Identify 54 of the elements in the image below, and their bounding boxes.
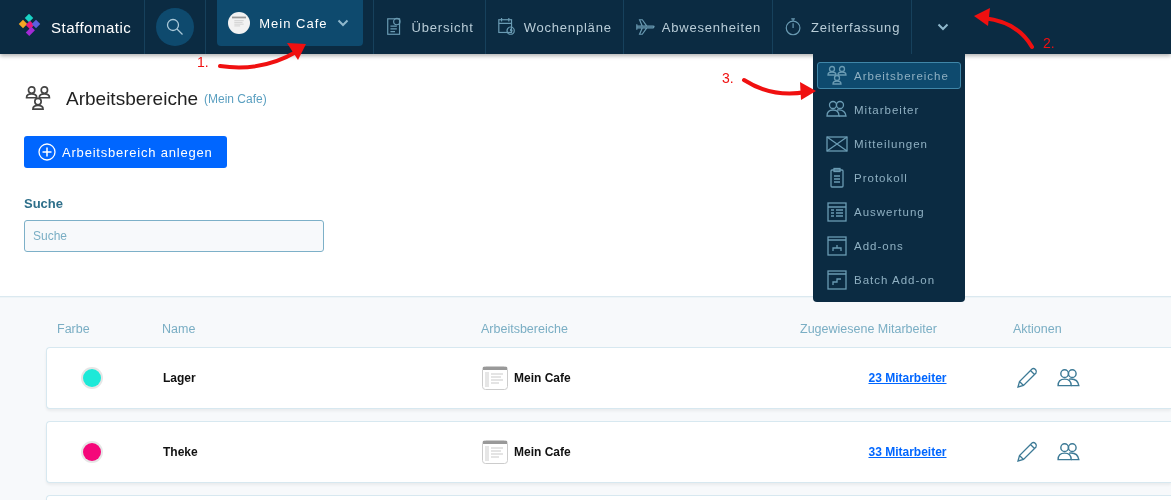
menu-item[interactable]: Mitarbeiter <box>817 96 961 124</box>
chevron-down-icon <box>937 23 950 31</box>
step-number: 1. <box>197 54 209 70</box>
nav-link[interactable]: Wochenpläne <box>485 0 624 54</box>
people-icon <box>1057 367 1081 389</box>
menu-item[interactable]: Add-ons <box>817 232 961 260</box>
menu-item[interactable]: Batch Add-on <box>817 266 961 294</box>
column-header: Farbe <box>56 322 91 336</box>
pencil-icon <box>1015 440 1039 464</box>
column-header: Aktionen <box>1013 322 1063 336</box>
search-label: Suche <box>24 196 64 211</box>
employees-button[interactable] <box>1057 367 1081 389</box>
chevron-down-icon <box>336 19 349 27</box>
step-number: 2. <box>1043 35 1055 51</box>
search-button[interactable] <box>156 8 195 46</box>
annotation-arrow <box>974 8 1034 49</box>
table-icon <box>826 201 848 224</box>
nav-link[interactable]: Übersicht <box>373 0 486 54</box>
menu-item[interactable]: Mitteilungen <box>817 130 961 158</box>
people-icon <box>1057 441 1081 463</box>
search-icon <box>166 18 185 36</box>
calendar-clock-icon <box>496 17 517 37</box>
employees-button[interactable] <box>1057 441 1081 463</box>
edit-button[interactable] <box>1015 366 1039 390</box>
location-button[interactable]: Mein Cafe <box>217 0 363 46</box>
brand-name: Staffomatic <box>51 18 132 36</box>
airplane-icon <box>634 17 655 37</box>
menu-item[interactable]: Auswertung <box>817 198 961 226</box>
table-cell: Mein Cafe <box>514 371 571 385</box>
add-button[interactable]: Arbeitsbereich anlegen <box>24 136 227 168</box>
column-header: Zugewiesene Mitarbeiter <box>800 322 938 336</box>
column-header: Arbeitsbereiche <box>481 322 569 336</box>
location-thumbnail <box>482 366 508 390</box>
column-header: Name <box>162 322 197 336</box>
step-number: 3. <box>722 70 734 86</box>
edit-button[interactable] <box>1015 440 1039 464</box>
menu-item[interactable]: Arbeitsbereiche <box>817 62 961 90</box>
location-avatar <box>228 12 251 34</box>
table-cell: Lager <box>163 371 196 385</box>
table-cell: Theke <box>163 445 198 459</box>
pencil-icon <box>1015 366 1039 390</box>
search-field[interactable]: Suche <box>24 220 324 252</box>
table-cell: Mein Cafe <box>514 445 571 459</box>
page-title: Arbeitsbereiche <box>66 88 199 110</box>
location-thumbnail <box>482 440 508 464</box>
employees-link[interactable]: 23 Mitarbeiter <box>868 371 947 385</box>
nav-link[interactable]: Abwesenheiten <box>623 0 773 54</box>
window-icon <box>826 269 848 292</box>
workspace-people-icon <box>826 64 848 87</box>
window-icon <box>826 235 848 258</box>
plus-circle-icon <box>38 143 56 161</box>
menu-item[interactable]: Protokoll <box>817 164 961 192</box>
employees-link[interactable]: 33 Mitarbeiter <box>868 445 947 459</box>
page-subtitle: (Mein Cafe) <box>204 92 267 106</box>
